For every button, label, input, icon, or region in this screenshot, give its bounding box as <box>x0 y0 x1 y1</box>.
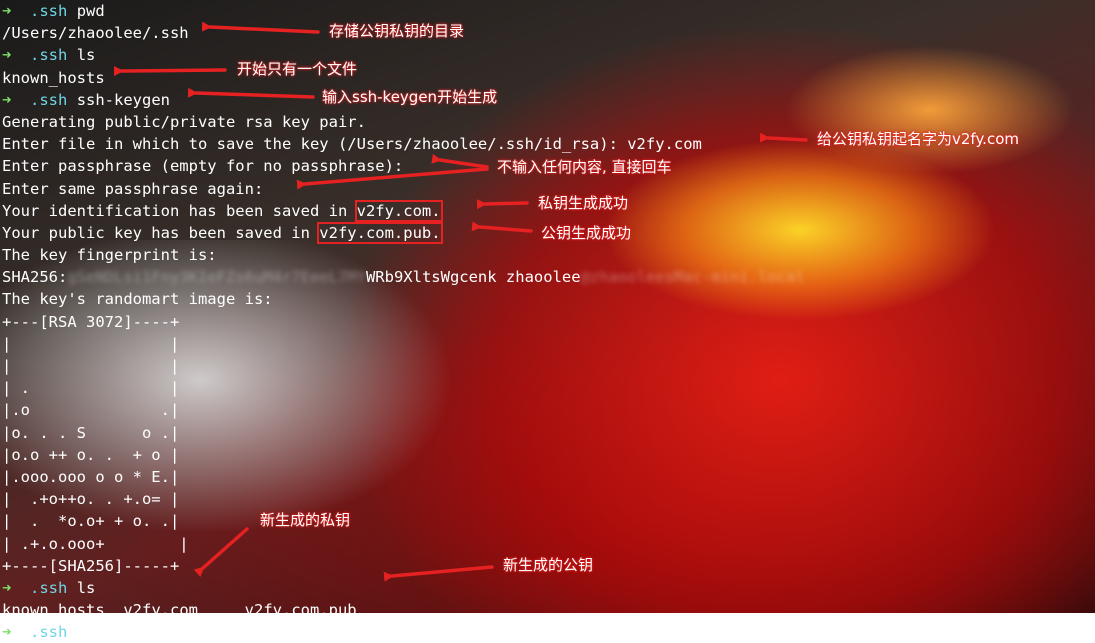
annotation-arrow <box>113 66 227 77</box>
annotation-arrows <box>113 21 808 582</box>
text-cursor[interactable] <box>76 623 86 643</box>
annotation-label: 新生成的公钥 <box>503 556 594 574</box>
annotation-arrow <box>383 565 494 582</box>
annotation-arrow <box>187 87 315 99</box>
annotation-label: 给公钥私钥起名字为v2fy.com <box>817 130 1019 148</box>
prompt-arrow: ➜ <box>2 623 12 642</box>
annotation-label: 不输入任何内容, 直接回车 <box>497 158 672 176</box>
annotation-arrow <box>201 21 320 34</box>
annotation-arrow <box>476 199 529 210</box>
annotation-arrow <box>471 221 533 233</box>
annotation-label: 输入ssh-keygen开始生成 <box>322 88 498 106</box>
annotation-arrow <box>193 527 249 578</box>
annotation-label: 公钥生成成功 <box>541 224 632 242</box>
annotation-label: 存储公钥私钥的目录 <box>329 22 465 40</box>
prompt-dir: .ssh <box>30 623 68 642</box>
annotation-arrow <box>296 167 489 190</box>
annotation-label: 开始只有一个文件 <box>237 60 358 78</box>
annotation-arrow <box>431 153 489 169</box>
annotation-label: 私钥生成成功 <box>538 194 629 212</box>
annotation-label: 新生成的私钥 <box>260 511 351 529</box>
prompt-line: ➜ .ssh <box>2 621 805 643</box>
annotation-arrow <box>759 132 808 143</box>
